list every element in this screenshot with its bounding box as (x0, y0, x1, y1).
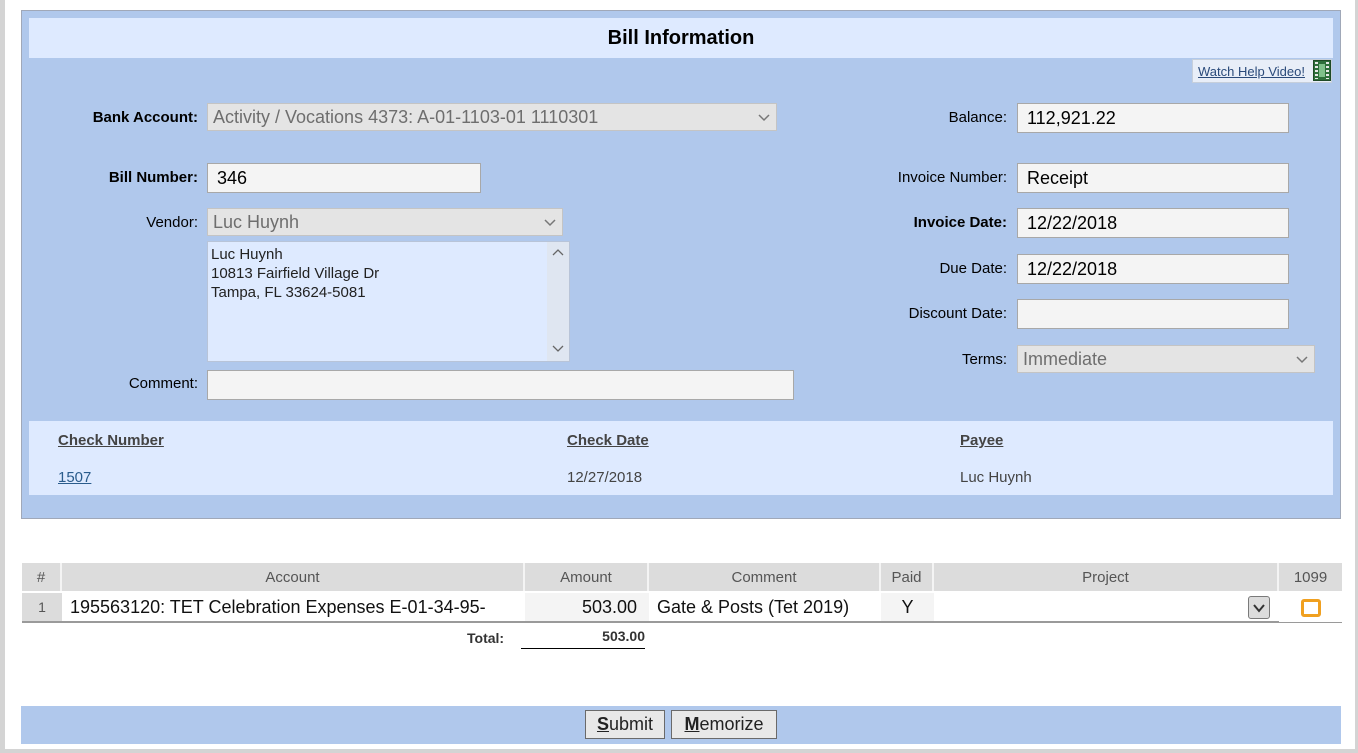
bill-number-field[interactable]: 346 (207, 163, 481, 193)
check-number-link[interactable]: 1507 (58, 469, 91, 486)
total-label: Total: (467, 630, 505, 646)
col-header-paid: Paid (881, 563, 934, 591)
vendor-value: Luc Huynh (213, 211, 300, 232)
check-date-header[interactable]: Check Date (567, 432, 649, 449)
row-number: 1 (22, 593, 62, 622)
submit-accesskey: S (596, 714, 609, 734)
comment-label: Comment: (128, 375, 198, 392)
vendor-select[interactable]: Luc Huynh (207, 208, 563, 236)
col-header-amount: Amount (525, 563, 649, 591)
due-date-field[interactable]: 12/22/2018 (1017, 254, 1289, 284)
col-header-account: Account (62, 563, 525, 591)
balance-label: Balance: (948, 109, 1007, 126)
invoice-date-field[interactable]: 12/22/2018 (1017, 208, 1289, 238)
col-header-number: # (22, 563, 62, 591)
invoice-number-field[interactable]: Receipt (1017, 163, 1289, 193)
terms-value: Immediate (1023, 348, 1108, 369)
row-project-select[interactable] (934, 593, 1279, 622)
payee-value: Luc Huynh (960, 469, 1032, 486)
row-paid-value: Y (881, 593, 934, 622)
form-1099-checkbox[interactable] (1301, 599, 1321, 617)
col-header-comment: Comment (649, 563, 881, 591)
check-date-value: 12/27/2018 (567, 469, 643, 486)
bill-information-panel: Bill Information Watch Help Video! Bank … (21, 10, 1341, 519)
submit-label: ubmit (609, 714, 654, 734)
project-dropdown-button[interactable] (1248, 596, 1270, 619)
chevron-down-icon (758, 114, 770, 122)
col-header-1099: 1099 (1279, 563, 1342, 591)
terms-label: Terms: (962, 351, 1007, 368)
address-line: Luc Huynh (211, 246, 283, 263)
address-scrollbar[interactable] (547, 242, 569, 361)
memorize-accesskey: M (684, 714, 700, 734)
memorize-button[interactable]: Memorize (671, 710, 777, 739)
vendor-label: Vendor: (146, 214, 198, 231)
chevron-down-icon[interactable] (552, 345, 564, 353)
chevron-down-icon (1296, 356, 1308, 364)
panel-title: Bill Information (29, 18, 1333, 58)
bill-number-label: Bill Number: (108, 169, 198, 186)
bank-account-value: Activity / Vocations 4373: A-01-1103-01 … (213, 106, 599, 127)
row-comment-field[interactable]: Gate & Posts (Tet 2019) (649, 593, 881, 622)
film-icon[interactable] (1313, 60, 1331, 81)
col-header-project: Project (934, 563, 1279, 591)
watch-help-video-link[interactable]: Watch Help Video! (1192, 59, 1332, 83)
payee-header[interactable]: Payee (960, 432, 1003, 449)
comment-field[interactable] (207, 370, 794, 400)
chevron-up-icon[interactable] (552, 248, 564, 256)
row-amount-field[interactable]: 503.00 (525, 593, 649, 622)
invoice-date-label: Invoice Date: (913, 214, 1007, 231)
vendor-address-box[interactable]: Luc Huynh 10813 Fairfield Village Dr Tam… (207, 241, 570, 362)
terms-select[interactable]: Immediate (1017, 345, 1315, 373)
chevron-down-icon (544, 219, 556, 227)
window-frame-bottom (0, 749, 1358, 753)
address-line: 10813 Fairfield Village Dr (211, 265, 380, 282)
total-value: 503.00 (521, 628, 645, 649)
address-line: Tampa, FL 33624-5081 (211, 284, 366, 301)
invoice-number-label: Invoice Number: (897, 169, 1007, 186)
discount-date-label: Discount Date: (908, 305, 1007, 322)
bank-account-select[interactable]: Activity / Vocations 4373: A-01-1103-01 … (207, 103, 777, 131)
chevron-down-icon (1253, 604, 1265, 613)
row-account-field[interactable]: 195563120: TET Celebration Expenses E-01… (62, 593, 525, 622)
balance-field[interactable]: 112,921.22 (1017, 103, 1289, 133)
bank-account-label: Bank Account: (92, 109, 198, 126)
footer-bar: Submit Memorize (21, 706, 1341, 744)
submit-button[interactable]: Submit (585, 710, 665, 739)
check-payments-strip: Check Number Check Date Payee 1507 12/27… (29, 421, 1333, 495)
due-date-label: Due Date: (939, 260, 1007, 277)
discount-date-field[interactable] (1017, 299, 1289, 329)
check-number-header[interactable]: Check Number (58, 432, 164, 449)
memorize-label: emorize (699, 714, 764, 734)
row-divider (22, 622, 1342, 623)
window-frame-left (0, 0, 5, 753)
